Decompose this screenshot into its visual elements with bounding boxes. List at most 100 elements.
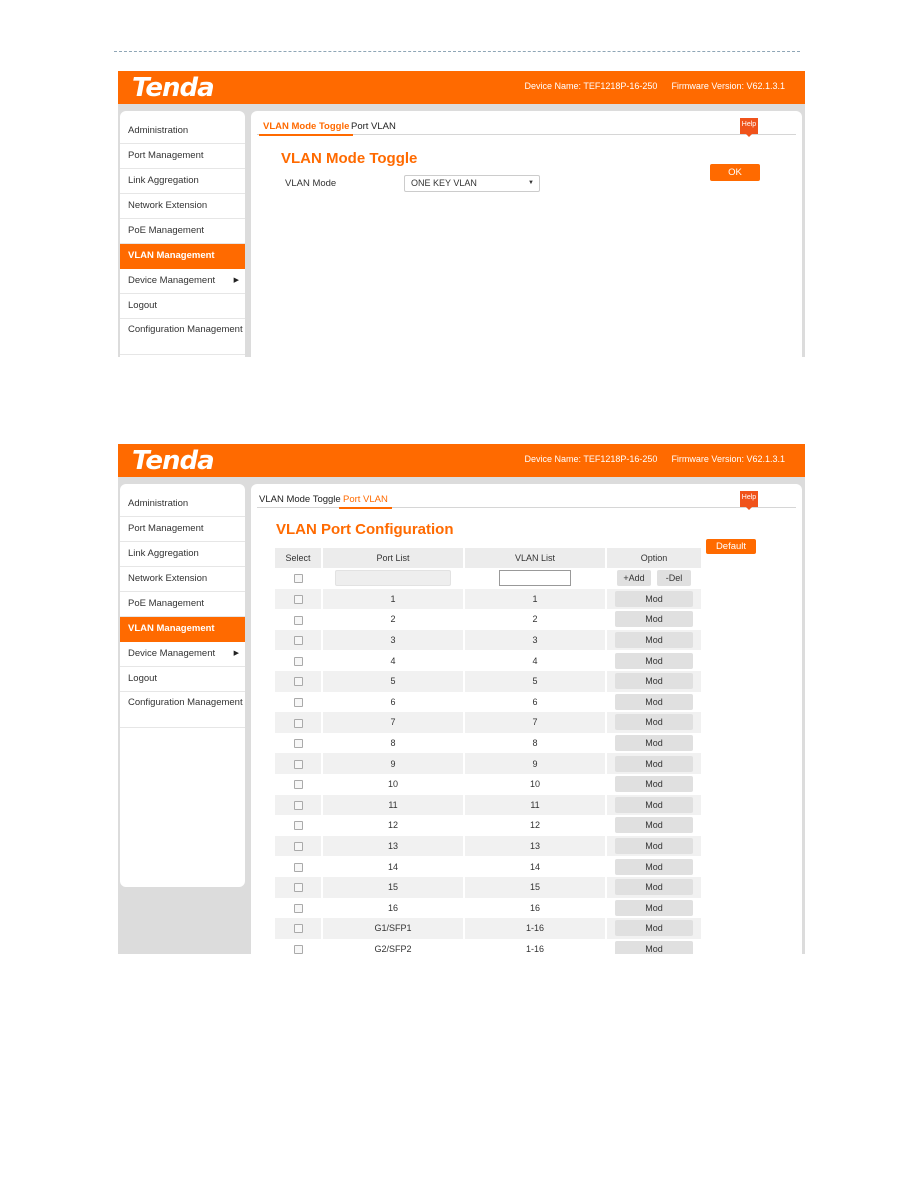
vlan-mode-value: ONE KEY VLAN: [411, 178, 477, 188]
select-checkbox[interactable]: [293, 697, 303, 707]
sidebar-item-poe-management[interactable]: PoE Management: [120, 592, 245, 617]
port-list-input[interactable]: [335, 570, 451, 587]
sidebar-item-link-aggregation[interactable]: Link Aggregation: [120, 169, 245, 194]
select-checkbox[interactable]: [293, 718, 303, 728]
port-list-cell: G1/SFP1: [322, 918, 465, 939]
help-button[interactable]: Help: [740, 491, 758, 510]
ok-button[interactable]: OK: [710, 164, 760, 181]
table-row: G1/SFP1 1-16 Mod: [275, 918, 703, 939]
vlan-list-cell: 6: [464, 691, 607, 713]
table-row: G2/SFP2 1-16 Mod: [275, 938, 703, 954]
select-checkbox[interactable]: [293, 903, 303, 913]
tab-vlan-mode-toggle[interactable]: VLAN Mode Toggle: [259, 121, 354, 136]
vlan-list-cell: 12: [464, 815, 607, 836]
vlan-mode-select[interactable]: ONE KEY VLAN ▼: [404, 175, 540, 192]
vlan-list-cell: 15: [464, 876, 607, 898]
tab-port-vlan[interactable]: Port VLAN: [339, 494, 392, 509]
sidebar-item-configuration-management[interactable]: Configuration Management: [120, 692, 245, 728]
select-checkbox[interactable]: [293, 759, 303, 769]
select-checkbox[interactable]: [293, 574, 303, 584]
sidebar-item-configuration-management[interactable]: Configuration Management: [120, 319, 245, 355]
vlan-list-cell: 1: [464, 588, 607, 610]
mod-button[interactable]: Mod: [615, 838, 693, 855]
table-row: 7 7 Mod: [275, 712, 703, 733]
device-info: Device Name: TEF1218P-16-250 Firmware Ver…: [511, 454, 785, 464]
sidebar-item-logout[interactable]: Logout: [120, 667, 245, 692]
vlan-list-cell: 9: [464, 753, 607, 774]
mod-button[interactable]: Mod: [615, 920, 693, 937]
table-row: 14 14 Mod: [275, 856, 703, 877]
sidebar-item-port-management[interactable]: Port Management: [120, 144, 245, 169]
tab-port-vlan[interactable]: Port VLAN: [351, 121, 396, 132]
port-list-cell: 15: [322, 876, 465, 898]
mod-button[interactable]: Mod: [615, 673, 693, 690]
submenu-arrow-icon: ▶: [233, 650, 239, 657]
select-checkbox[interactable]: [293, 945, 303, 954]
select-checkbox[interactable]: [293, 677, 303, 687]
mod-button[interactable]: Mod: [615, 652, 693, 669]
sidebar-item-logout[interactable]: Logout: [120, 294, 245, 319]
delete-button[interactable]: -Del: [657, 570, 691, 587]
mod-button[interactable]: Mod: [615, 796, 693, 813]
mod-button[interactable]: Mod: [615, 611, 693, 628]
port-list-cell: 9: [322, 753, 465, 774]
sidebar-item-administration[interactable]: Administration: [120, 492, 245, 517]
sidebar-item-administration[interactable]: Administration: [120, 119, 245, 144]
sidebar-item-port-management[interactable]: Port Management: [120, 517, 245, 542]
vlan-list-input[interactable]: [499, 570, 571, 587]
sidebar-item-device-management[interactable]: Device Management ▶: [120, 269, 245, 294]
select-checkbox[interactable]: [293, 594, 303, 604]
top-bar: Tenda Device Name: TEF1218P-16-250 Firmwa…: [118, 71, 805, 104]
mod-button[interactable]: Mod: [615, 755, 693, 772]
default-button[interactable]: Default: [706, 539, 756, 554]
table-row: 8 8 Mod: [275, 732, 703, 754]
select-checkbox[interactable]: [293, 615, 303, 625]
select-checkbox[interactable]: [293, 739, 303, 749]
sidebar-item-link-aggregation[interactable]: Link Aggregation: [120, 542, 245, 567]
tab-vlan-mode-toggle[interactable]: VLAN Mode Toggle: [259, 494, 341, 505]
device-name: Device Name: TEF1218P-16-250: [524, 81, 658, 91]
add-button[interactable]: +Add: [617, 570, 651, 587]
mod-button[interactable]: Mod: [615, 899, 693, 916]
help-button[interactable]: Help: [740, 118, 758, 137]
select-checkbox[interactable]: [293, 656, 303, 666]
sidebar-item-poe-management[interactable]: PoE Management: [120, 219, 245, 244]
mod-button[interactable]: Mod: [615, 776, 693, 793]
select-checkbox[interactable]: [293, 821, 303, 831]
column-header-select: Select: [275, 548, 323, 568]
select-checkbox[interactable]: [293, 636, 303, 646]
mod-button[interactable]: Mod: [615, 858, 693, 875]
mod-button[interactable]: Mod: [615, 940, 693, 954]
port-list-cell: 16: [322, 897, 465, 919]
table-row: 2 2 Mod: [275, 609, 703, 630]
select-checkbox[interactable]: [293, 924, 303, 934]
sidebar-item-device-management[interactable]: Device Management ▶: [120, 642, 245, 667]
select-checkbox[interactable]: [293, 780, 303, 790]
sidebar-item-vlan-management[interactable]: VLAN Management: [120, 244, 245, 269]
table-row: 9 9 Mod: [275, 753, 703, 774]
sidebar-menu: Administration Port Management Link Aggr…: [120, 111, 245, 357]
mod-button[interactable]: Mod: [615, 735, 693, 752]
page-title: VLAN Port Configuration: [276, 521, 454, 538]
mod-button[interactable]: Mod: [615, 817, 693, 834]
sidebar-item-vlan-management[interactable]: VLAN Management: [120, 617, 245, 642]
dropdown-caret-icon: ▼: [528, 180, 534, 186]
select-checkbox[interactable]: [293, 800, 303, 810]
mod-button[interactable]: Mod: [615, 632, 693, 649]
vlan-list-cell: 8: [464, 732, 607, 754]
sidebar-item-network-extension[interactable]: Network Extension: [120, 567, 245, 592]
mod-button[interactable]: Mod: [615, 590, 693, 607]
mod-button[interactable]: Mod: [615, 693, 693, 710]
port-vlan-screen: Tenda Device Name: TEF1218P-16-250 Firmwa…: [118, 444, 805, 954]
port-list-cell: 6: [322, 691, 465, 713]
port-list-cell: 13: [322, 835, 465, 857]
sidebar-item-network-extension[interactable]: Network Extension: [120, 194, 245, 219]
mod-button[interactable]: Mod: [615, 714, 693, 731]
mod-button[interactable]: Mod: [615, 879, 693, 896]
main-panel: VLAN Mode Toggle Port VLAN Help VLAN Mod…: [251, 111, 802, 357]
port-list-cell: 4: [322, 650, 465, 671]
sidebar-item-label: Device Management: [128, 648, 216, 659]
select-checkbox[interactable]: [293, 883, 303, 893]
select-checkbox[interactable]: [293, 862, 303, 872]
select-checkbox[interactable]: [293, 842, 303, 852]
